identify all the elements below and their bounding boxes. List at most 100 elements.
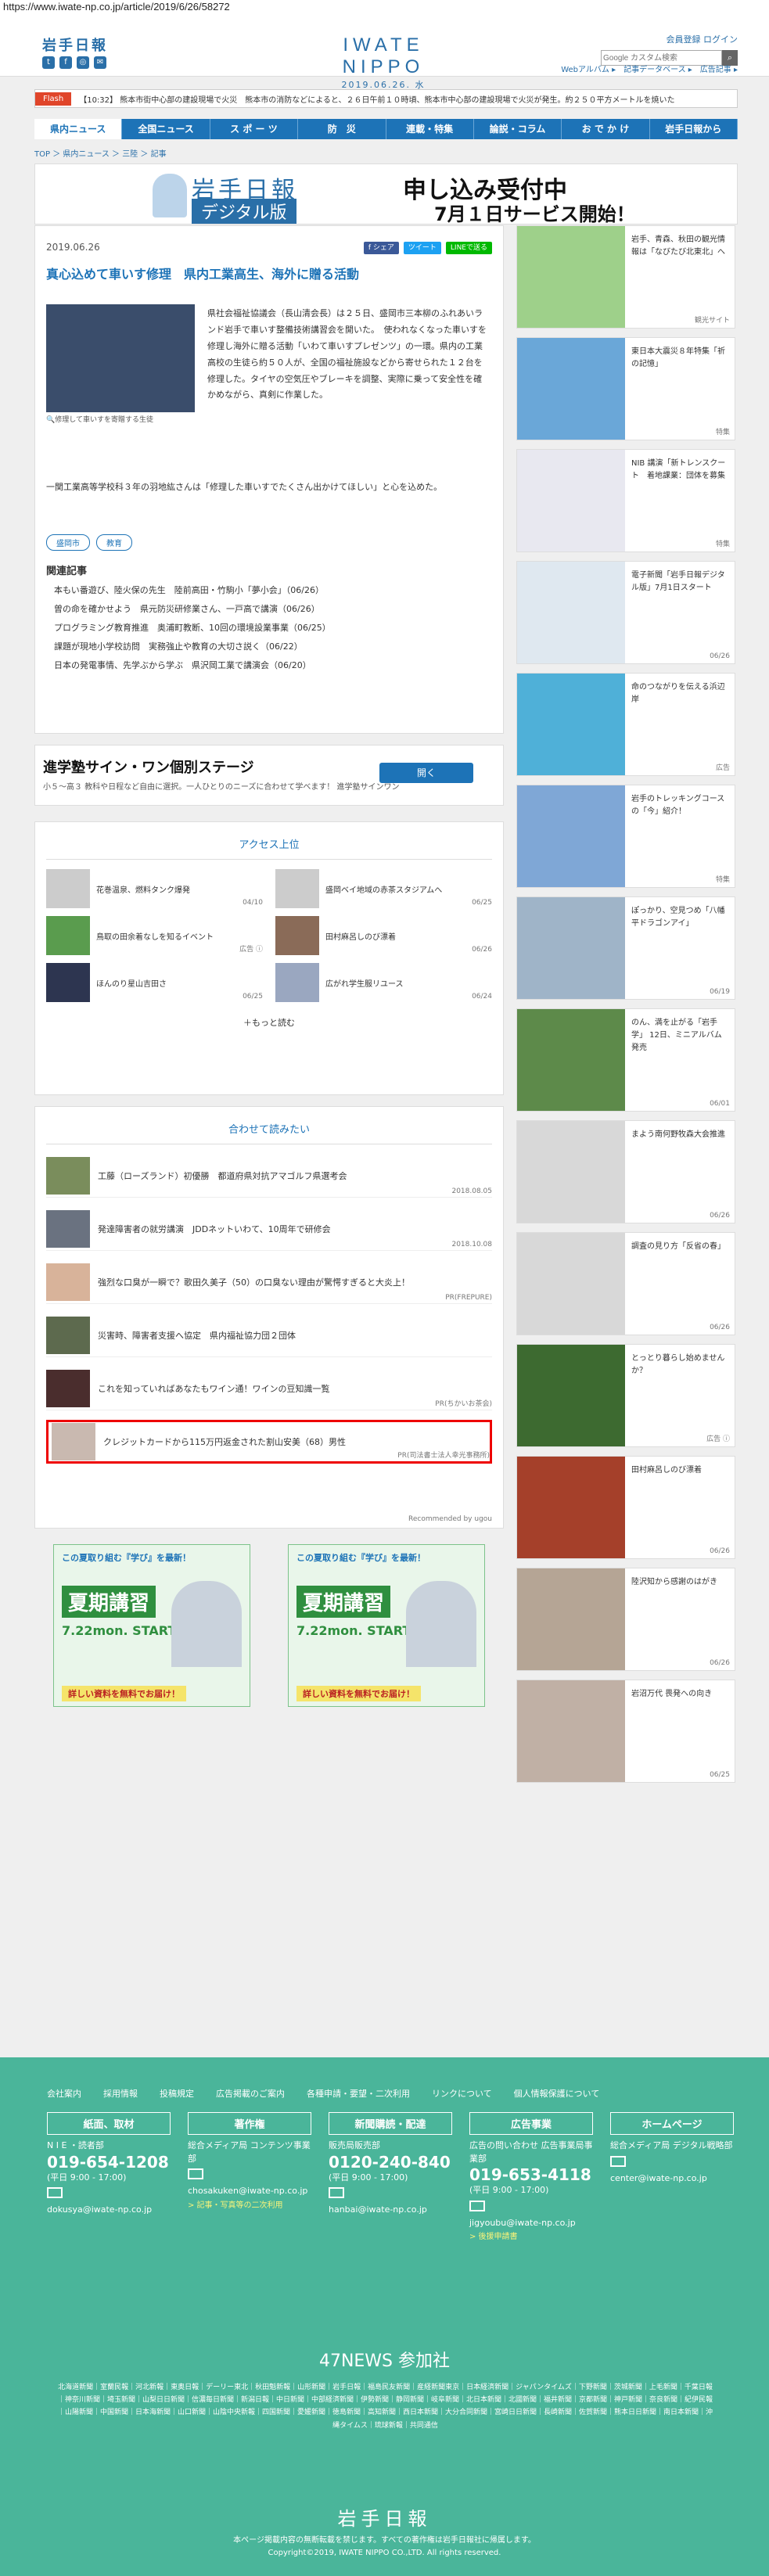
- digital-banner[interactable]: 岩手日報 デジタル版 申し込み受付中 7月１日サービス開始！: [34, 163, 738, 225]
- mail-icon[interactable]: [329, 2187, 344, 2198]
- nav-features[interactable]: 連載・特集: [386, 119, 474, 139]
- recommend-item[interactable]: 強烈な口臭が一瞬で？歌田久美子（50）の口臭ない理由が驚愕すぎると大炎上！ PR(…: [46, 1260, 492, 1304]
- flash-news[interactable]: Flash 【10:32】 熊本市街中心部の建設現場で火災 熊本市の消防などによ…: [34, 89, 738, 108]
- sidebar-item[interactable]: 陸沢知から感謝のはがき 06/26: [516, 1568, 735, 1671]
- sidebar-item[interactable]: 東日本大震災８年特集「祈の記憶」 特集: [516, 337, 735, 440]
- footer-link[interactable]: 個人情報保護について: [514, 2087, 600, 2100]
- ranking-item[interactable]: ほんのり星山吉田さ 06/25: [46, 963, 263, 1002]
- recommend-text: クレジットカードから115万円返金された割山安美（68）男性: [103, 1437, 346, 1447]
- tag-education[interactable]: 教育: [96, 534, 132, 551]
- nav-outing[interactable]: お で か け: [562, 119, 650, 139]
- nav-national-news[interactable]: 全国ニュース: [122, 119, 210, 139]
- footer-link[interactable]: 採用情報: [103, 2087, 138, 2100]
- recommend-item[interactable]: これを知っていればあなたもワイン通！ワインの豆知識一覧 PR(ちかいお茶会): [46, 1367, 492, 1410]
- nav-disaster[interactable]: 防 災: [298, 119, 386, 139]
- related-item[interactable]: 日本の発電事情、先学ぶから学ぶ 県沢岡工業で講演会（06/20）: [54, 656, 331, 675]
- sidebar-item[interactable]: 岩手のトレッキングコースの「今」紹介！ 特集: [516, 785, 735, 888]
- summer-course-ad[interactable]: この夏取り組む『学び』を最新！ 夏期講習 7.22mon. START 詳しい資…: [288, 1544, 485, 1707]
- related-item[interactable]: プログラミング教育推進 奥浦町教断、10回の環境設業事業（06/25）: [54, 619, 331, 638]
- footer-link[interactable]: 投稿規定: [160, 2087, 194, 2100]
- contact-phone[interactable]: 019-654-1208: [47, 2153, 171, 2172]
- read-more-button[interactable]: ＋もっと読む: [46, 1016, 492, 1029]
- member-links[interactable]: 会員登録 ログイン: [601, 33, 738, 45]
- contact-link[interactable]: > 記事・写真等の二次利用: [188, 2198, 311, 2210]
- powered-by[interactable]: Recommended by ugou: [408, 1515, 492, 1523]
- sidebar-item[interactable]: 岩沼万代 畏発への向き 06/25: [516, 1680, 735, 1783]
- sidebar-text: のん、満を止がる「岩手学」 12日、ミニアルバム発売: [631, 1019, 722, 1052]
- nav-from-iwate[interactable]: 岩手日報から: [650, 119, 738, 139]
- footer-link[interactable]: 会社案内: [47, 2087, 81, 2100]
- sidebar-item[interactable]: 電子新聞「岩手日報デジタル版」7月1日スタート 06/26: [516, 561, 735, 664]
- line-share-button[interactable]: LINEで送る: [445, 242, 492, 254]
- nav-prefecture-news[interactable]: 県内ニュース: [34, 119, 123, 139]
- sidebar-item[interactable]: NIB 講演「新トレンスクート 着地課業：団体を募集 特集: [516, 449, 735, 552]
- ranking-item[interactable]: 広がれ学生服リユース 06/24: [275, 963, 492, 1002]
- article-photo[interactable]: 🔍修理して車いすを寄贈する生徒: [46, 304, 195, 424]
- recommend-item[interactable]: 発達障害者の就労講演 JDDネットいわて、10周年で研修会 2018.10.08: [46, 1207, 492, 1251]
- sidebar-item[interactable]: まよう南何野牧森大会推進 06/26: [516, 1120, 735, 1223]
- sidebar-date: 06/26: [710, 1547, 730, 1555]
- ranking-item[interactable]: 鳥取の田余着なしを知るイベント 広告 ⓘ: [46, 916, 263, 955]
- breadcrumb[interactable]: TOP ＞ 県内ニュース ＞ 三陸 ＞ 記事: [34, 147, 735, 159]
- instagram-icon[interactable]: ◎: [77, 56, 89, 69]
- person-illustration: [153, 174, 187, 217]
- ad-open-button[interactable]: 開く: [379, 763, 473, 783]
- recommend-item[interactable]: 工藤（ローズランド）初優勝 都道府県対抗アマゴルフ県選考会 2018.08.05: [46, 1154, 492, 1198]
- ranking-item[interactable]: 盛岡ベイ地域の赤茶スタジアムへ 06/25: [275, 869, 492, 908]
- sidebar-item[interactable]: 岩手、青森、秋田の観光情報は「なびたび北東北」へ 観光サイト: [516, 225, 735, 329]
- footer-link[interactable]: リンクについて: [432, 2087, 492, 2100]
- mail-icon[interactable]: [188, 2168, 203, 2179]
- sidebar-item[interactable]: 田村麻呂しのび漂着 06/26: [516, 1456, 735, 1559]
- nav-columns[interactable]: 論説・コラム: [474, 119, 562, 139]
- sidebar-item[interactable]: ぽっかり、空見つめ「八幡平ドラゴンアイ」 06/19: [516, 896, 735, 1000]
- text-ad[interactable]: 進学塾サイン・ワン個別ステージ 小５〜高３ 教科や日程など自由に選択。一人ひとり…: [34, 745, 504, 806]
- summer-course-ad[interactable]: この夏取り組む『学び』を最新！ 夏期講習 7.22mon. START 詳しい資…: [53, 1544, 250, 1707]
- thumbnail: [275, 916, 319, 955]
- contact-email[interactable]: center@iwate-np.co.jp: [610, 2172, 734, 2186]
- mail-icon[interactable]: [47, 2187, 63, 2198]
- footer-logo: 岩手日報: [337, 2508, 432, 2530]
- tag-morioka[interactable]: 盛岡市: [46, 534, 90, 551]
- contact-hours: (平日 9:00 - 17:00): [469, 2185, 549, 2195]
- recommend-item-highlighted[interactable]: クレジットカードから115万円返金された割山安美（68）男性 PR(司法書士法人幸…: [46, 1420, 492, 1464]
- ranking-item[interactable]: 花巻温泉、燃料タンク爆発 04/10: [46, 869, 263, 908]
- related-item[interactable]: 本もい番遊び、陸火保の先生 陸前高田・竹駒小「夢小会」（06/26）: [54, 581, 331, 600]
- sidebar-item[interactable]: のん、満を止がる「岩手学」 12日、ミニアルバム発売 06/01: [516, 1008, 735, 1112]
- footer-contact-col: 著作権 総合メディア局 コンテンツ事業部 chosakuken@iwate-np.c…: [188, 2112, 311, 2241]
- contact-email[interactable]: chosakuken@iwate-np.co.jp: [188, 2185, 311, 2198]
- footer-link[interactable]: 広告掲載のご案内: [216, 2087, 285, 2100]
- footer-link[interactable]: 各種申請・要望・二次利用: [307, 2087, 410, 2100]
- tweet-button[interactable]: ツイート: [403, 242, 441, 254]
- contact-email[interactable]: jigyoubu@iwate-np.co.jp: [469, 2217, 593, 2230]
- 47news-list[interactable]: 北海道新聞｜室蘭民報｜河北新報｜東奥日報｜デーリー東北｜秋田魁新報｜山形新聞｜岩…: [55, 2381, 716, 2432]
- related-item[interactable]: 課題が現地小学校訪問 実務強止や教育の大切さ説く（06/22）: [54, 638, 331, 656]
- sidebar-item[interactable]: 調査の見り方「反省の春」 06/26: [516, 1232, 735, 1335]
- contact-link[interactable]: > 後援申請書: [469, 2229, 593, 2241]
- recommend-item[interactable]: 災害時、障害者支援へ協定 県内福祉協力団２団体: [46, 1313, 492, 1357]
- mail-icon[interactable]: [469, 2200, 485, 2211]
- sidebar-item[interactable]: 命のつながりを伝える浜辺岸 広告: [516, 673, 735, 776]
- related-item[interactable]: 曽の命を確かせよう 県元防災研修業さん、一戸高で講演（06/26）: [54, 600, 331, 619]
- article: 2019.06.26 f シェア ツイート LINEで送る 真心込めて車いす修理…: [34, 225, 504, 734]
- contact-phone[interactable]: 0120-240-840: [329, 2153, 452, 2172]
- url-bar[interactable]: https://www.iwate-np.co.jp/article/2019/…: [0, 0, 769, 14]
- contact-email[interactable]: dokusya@iwate-np.co.jp: [47, 2204, 171, 2217]
- sidebar-item[interactable]: とっとり暮らし始めませんか？ 広告 ⓘ: [516, 1344, 735, 1447]
- mail-icon[interactable]: [610, 2155, 626, 2167]
- facebook-share-button[interactable]: f シェア: [363, 242, 399, 254]
- nav-sports[interactable]: ス ポ ー ツ: [210, 119, 299, 139]
- contact-phone[interactable]: 019-653-4118: [469, 2165, 593, 2184]
- ranking-item[interactable]: 田村麻呂しのび漂着 06/26: [275, 916, 492, 955]
- brand-logo[interactable]: 岩手日報: [42, 34, 108, 55]
- header-sublinks[interactable]: Webアルバム ▸ 記事データベース ▸ 広告記事 ▸: [561, 63, 738, 74]
- recommend-text: 工藤（ローズランド）初優勝 都道府県対抗アマゴルフ県選考会: [98, 1170, 347, 1181]
- facebook-icon[interactable]: f: [59, 56, 72, 69]
- ranking-date: 06/25: [472, 899, 492, 907]
- contact-email[interactable]: hanbai@iwate-np.co.jp: [329, 2204, 452, 2217]
- ranking-date: 06/24: [472, 993, 492, 1001]
- site-logo[interactable]: IWATE NIPPO 2019.06.26. 水: [305, 34, 462, 91]
- share-buttons: f シェア ツイート LINEで送る: [363, 242, 492, 254]
- mail-icon[interactable]: ✉: [94, 56, 106, 69]
- twitter-icon[interactable]: t: [42, 56, 55, 69]
- recommend-date: PR(司法書士法人幸光事務所): [397, 1452, 490, 1460]
